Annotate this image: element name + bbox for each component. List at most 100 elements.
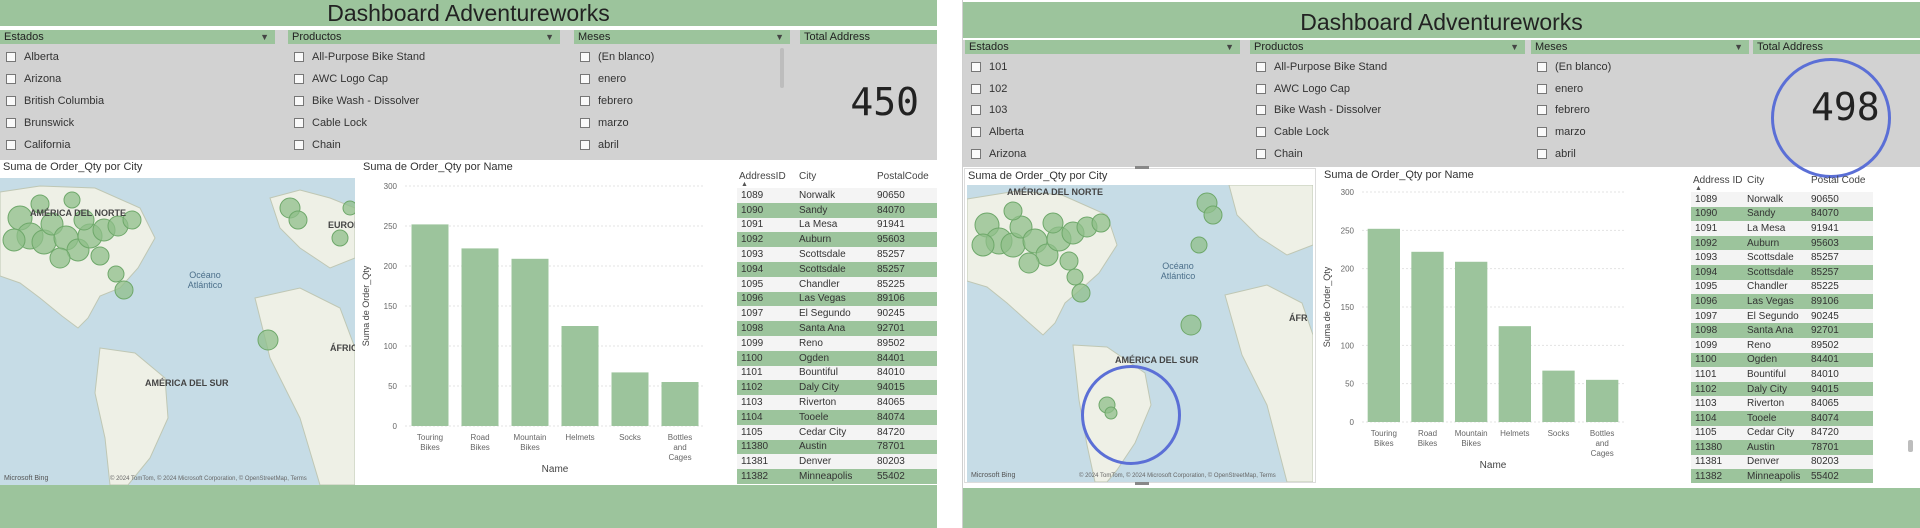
chevron-down-icon[interactable]: ▼ [260, 30, 269, 44]
table-row[interactable]: 1096 Las Vegas 89106 [737, 291, 937, 307]
chevron-down-icon[interactable]: ▼ [545, 30, 554, 44]
checkbox[interactable] [1537, 149, 1547, 160]
table-row[interactable]: 1092 Auburn 95603 [737, 232, 937, 248]
checkbox[interactable] [6, 74, 16, 84]
checkbox[interactable] [1256, 149, 1266, 160]
checkbox[interactable] [971, 149, 981, 160]
table-row[interactable]: 1101 Bountiful 84010 [1691, 367, 1873, 382]
table-row[interactable]: 11381 Denver 80203 [737, 454, 937, 470]
slicer-meses[interactable]: Meses ▼ (En blanco) enero febrero marzo abril [1531, 40, 1749, 167]
table-row[interactable]: 1099 Reno 89502 [1691, 337, 1873, 353]
slicer-option[interactable]: Arizona [965, 143, 1240, 165]
table-row[interactable]: 1104 Tooele 84074 [737, 409, 937, 425]
checkbox[interactable] [971, 83, 981, 94]
slicer-meses[interactable]: Meses ▼ (En blanco) enero febrero marzo abril [574, 30, 790, 160]
column-header-city[interactable]: City [799, 171, 877, 182]
table-row[interactable]: 1091 La Mesa 91941 [737, 217, 937, 233]
table-header[interactable]: Address ID City Postal Code [1691, 170, 1873, 186]
table-row[interactable]: 1097 El Segundo 90245 [737, 306, 937, 322]
table-row[interactable]: 1094 Scottsdale 85257 [737, 261, 937, 277]
table-row[interactable]: 11381 Denver 80203 [1691, 454, 1873, 470]
slicer-option[interactable]: Cable Lock [288, 112, 560, 134]
checkbox[interactable] [6, 96, 16, 106]
map-copyright[interactable]: © 2024 TomTom, © 2024 Microsoft Corporat… [110, 476, 307, 482]
slicer-option[interactable]: Bike Wash - Dissolver [1250, 100, 1525, 122]
slicer-header[interactable]: Productos ▼ [288, 30, 560, 44]
slicer-option[interactable]: abril [1531, 143, 1749, 165]
checkbox[interactable] [580, 140, 590, 150]
slicer-option[interactable]: Brunswick [0, 112, 275, 134]
bubble-map[interactable]: AMÉRICA DEL NORTE AMÉRICA DEL SUR EUROPA… [0, 178, 355, 485]
table-row[interactable]: 11380 Austin 78701 [737, 439, 937, 455]
bar-chart-visual[interactable]: Suma de Order_Qty por Name 0 50 100 150 200 2… [1318, 168, 1648, 483]
bar[interactable] [1498, 326, 1531, 422]
table-row[interactable]: 1100 Ogden 84401 [737, 350, 937, 366]
checkbox[interactable] [1537, 83, 1547, 94]
table-row[interactable]: 1094 Scottsdale 85257 [1691, 264, 1873, 280]
address-table[interactable]: AddressID City PostalCode ▲ 1089 Norwalk 9… [737, 166, 937, 485]
chevron-down-icon[interactable]: ▼ [1510, 40, 1519, 54]
slicer-option[interactable]: (En blanco) [1531, 56, 1749, 78]
map-canvas[interactable] [0, 178, 355, 485]
checkbox[interactable] [294, 52, 304, 62]
bar-chart[interactable]: 0 50 100 150 200 250 300 Touring Bikes Road Bikes M… [357, 178, 727, 485]
bar[interactable] [561, 326, 599, 426]
address-table[interactable]: Address ID City Postal Code ▲ 1089 Norwal… [1691, 170, 1873, 483]
table-row[interactable]: 1090 Sandy 84070 [737, 202, 937, 218]
chevron-down-icon[interactable]: ▼ [775, 30, 784, 44]
slicer-productos[interactable]: Productos ▼ All-Purpose Bike Stand AWC Log… [1250, 40, 1525, 167]
slicer-option[interactable]: enero [1531, 78, 1749, 100]
slicer-option[interactable]: British Columbia [0, 90, 275, 112]
checkbox[interactable] [971, 105, 981, 116]
checkbox[interactable] [971, 127, 981, 138]
bar[interactable] [1586, 379, 1619, 422]
checkbox[interactable] [1537, 61, 1547, 72]
column-header-postal-code[interactable]: Postal Code [1811, 175, 1873, 186]
slicer-option[interactable]: Bike Wash - Dissolver [288, 90, 560, 112]
table-row[interactable]: 1105 Cedar City 84720 [737, 424, 937, 440]
slicer-option[interactable]: marzo [1531, 121, 1749, 143]
bar-chart[interactable]: 0 50 100 150 200 250 300 Touring Bikes Road Bikes M… [1318, 186, 1648, 483]
slicer-option[interactable]: Chain [288, 134, 560, 156]
checkbox[interactable] [1537, 105, 1547, 116]
table-row[interactable]: 1103 Riverton 84065 [737, 395, 937, 410]
table-row[interactable]: 1092 Auburn 95603 [1691, 235, 1873, 251]
bar[interactable] [511, 258, 549, 426]
table-row[interactable]: 1102 Daly City 94015 [1691, 381, 1873, 397]
table-row[interactable]: 1099 Reno 89502 [737, 335, 937, 351]
map-copyright[interactable]: © 2024 TomTom, © 2024 Microsoft Corporat… [1079, 473, 1276, 479]
slicer-productos[interactable]: Productos ▼ All-Purpose Bike Stand AWC Log… [288, 30, 560, 160]
table-row[interactable]: 1103 Riverton 84065 [1691, 396, 1873, 411]
table-row[interactable]: 1102 Daly City 94015 [737, 380, 937, 396]
slicer-option[interactable]: All-Purpose Bike Stand [1250, 56, 1525, 78]
slicer-option[interactable]: 101 [965, 56, 1240, 78]
slicer-option[interactable]: Arizona [0, 68, 275, 90]
slicer-header[interactable]: Estados ▼ [0, 30, 275, 44]
checkbox[interactable] [1256, 105, 1266, 116]
bar[interactable] [411, 224, 449, 426]
slicer-option[interactable]: enero [574, 68, 790, 90]
checkbox[interactable] [294, 74, 304, 84]
bar[interactable] [1367, 228, 1400, 422]
checkbox[interactable] [580, 118, 590, 128]
slicer-option[interactable]: AWC Logo Cap [1250, 78, 1525, 100]
bar[interactable] [1455, 261, 1488, 422]
table-row[interactable]: 1096 Las Vegas 89106 [1691, 294, 1873, 309]
checkbox[interactable] [6, 52, 16, 62]
table-row[interactable]: 1101 Bountiful 84010 [737, 365, 937, 381]
slicer-option[interactable]: febrero [1531, 100, 1749, 122]
slicer-option[interactable]: All-Purpose Bike Stand [288, 46, 560, 68]
chevron-down-icon[interactable]: ▼ [1734, 40, 1743, 54]
slicer-option[interactable]: (En blanco) [574, 46, 790, 68]
resize-handle[interactable] [1135, 166, 1149, 169]
bar[interactable] [611, 372, 649, 426]
checkbox[interactable] [971, 61, 981, 72]
checkbox[interactable] [6, 140, 16, 150]
table-row[interactable]: 1091 La Mesa 91941 [1691, 221, 1873, 236]
checkbox[interactable] [294, 140, 304, 150]
slicer-option[interactable]: Alberta [0, 46, 275, 68]
slicer-option[interactable]: febrero [574, 90, 790, 112]
checkbox[interactable] [580, 96, 590, 106]
checkbox[interactable] [580, 52, 590, 62]
checkbox[interactable] [580, 74, 590, 84]
